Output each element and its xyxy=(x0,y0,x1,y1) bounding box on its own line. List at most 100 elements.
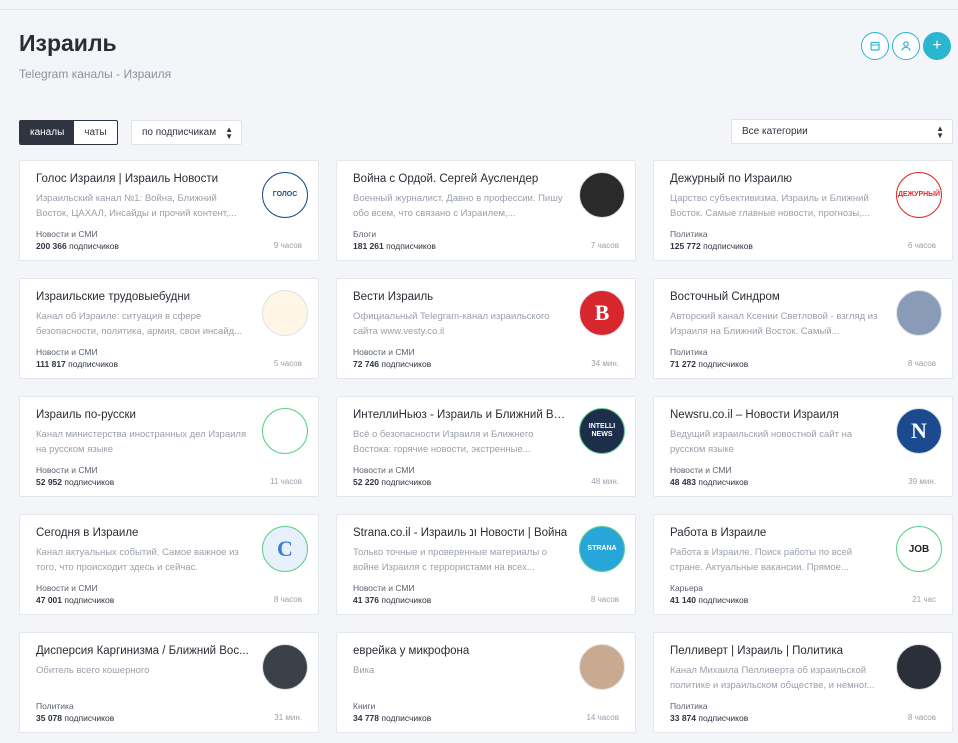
channel-avatar[interactable] xyxy=(579,644,625,690)
channel-description: Работа в Израиле. Поиск работы по всей с… xyxy=(670,547,853,573)
channel-category: Политика xyxy=(670,347,708,357)
channel-updated-time: 11 часов xyxy=(270,477,302,486)
channel-avatar[interactable] xyxy=(262,644,308,690)
channel-avatar[interactable]: С xyxy=(262,526,308,572)
channel-title[interactable]: Дисперсия Каргинизма / Ближний Вос... xyxy=(36,645,251,657)
avatar-text: STRANA xyxy=(587,545,617,552)
channel-avatar[interactable]: ГОЛОС xyxy=(262,172,308,218)
channel-card[interactable]: Война с Ордой. Сергей Ауслендер Военный ж… xyxy=(336,160,636,261)
channel-card[interactable]: Сегодня в Израиле Канал актуальных событи… xyxy=(19,514,319,615)
channel-title[interactable]: Израильские трудовыебудни xyxy=(36,291,251,303)
subscriber-suffix: подписчиков xyxy=(64,713,115,723)
channel-card[interactable]: Вести Израиль Официальный Telegram-канал … xyxy=(336,278,636,379)
channel-avatar[interactable] xyxy=(262,408,308,454)
subscriber-count: 48 483 xyxy=(670,477,696,487)
category-select[interactable]: Все категории ▲ ▼ xyxy=(731,119,953,144)
channel-card[interactable]: Израиль по-русски Канал министерства инос… xyxy=(19,396,319,497)
avatar-text: ГОЛОС xyxy=(272,191,298,198)
channel-card[interactable]: Пелливерт | Израиль | Политика Канал Миха… xyxy=(653,632,953,733)
subscriber-suffix: подписчиков xyxy=(698,359,749,369)
channel-subscribers: 47 001 подписчиков xyxy=(36,595,114,605)
channel-card[interactable]: Израильские трудовыебудни Канал об Израил… xyxy=(19,278,319,379)
channel-description: Военный журналист. Давно в профессии. Пи… xyxy=(353,193,563,219)
channel-card[interactable]: Восточный Синдром Авторский канал Ксении … xyxy=(653,278,953,379)
subscriber-suffix: подписчиков xyxy=(64,595,115,605)
user-button[interactable] xyxy=(892,32,920,60)
channel-title[interactable]: Вести Израиль xyxy=(353,291,568,303)
channel-subscribers: 33 874 подписчиков xyxy=(670,713,748,723)
channel-category: Книги xyxy=(353,701,376,711)
channel-updated-time: 5 часов xyxy=(273,359,302,368)
tab-chats[interactable]: чаты xyxy=(74,121,116,144)
channel-title[interactable]: Сегодня в Израиле xyxy=(36,527,251,539)
channel-avatar[interactable]: JOB xyxy=(896,526,942,572)
tab-channels[interactable]: каналы xyxy=(20,121,75,144)
subscriber-suffix: подписчиков xyxy=(703,241,753,251)
channel-avatar[interactable]: В xyxy=(579,290,625,336)
channel-card[interactable]: ИнтеллиНьюз - Израиль и Ближний Во... Всё… xyxy=(336,396,636,497)
channel-avatar[interactable]: N xyxy=(896,408,942,454)
channel-updated-time: 48 мин. xyxy=(591,477,619,486)
channel-category: Новости и СМИ xyxy=(36,465,98,475)
category-select-value: Все категории xyxy=(742,126,808,137)
channel-avatar[interactable] xyxy=(262,290,308,336)
sort-select[interactable]: по подписчикам ▲ ▼ xyxy=(131,120,242,145)
channel-title[interactable]: Newsru.co.il – Новости Израиля xyxy=(670,409,885,421)
channel-category: Новости и СМИ xyxy=(353,583,415,593)
channel-title[interactable]: Война с Ордой. Сергей Ауслендер xyxy=(353,173,568,185)
channel-avatar[interactable] xyxy=(579,172,625,218)
channel-title[interactable]: Пелливерт | Израиль | Политика xyxy=(670,645,885,657)
channel-title[interactable]: Работа в Израиле xyxy=(670,527,885,539)
channel-category: Блоги xyxy=(353,229,377,239)
channel-description: Обитель всего кошерного xyxy=(36,665,150,676)
avatar-text: В xyxy=(594,300,610,325)
channel-description: Только точные и проверенные материалы о … xyxy=(353,547,548,573)
subscriber-count: 72 746 xyxy=(353,359,379,369)
channel-avatar[interactable] xyxy=(896,644,942,690)
sort-select-value: по подписчикам xyxy=(142,127,217,138)
channel-subscribers: 48 483 подписчиков xyxy=(670,477,748,487)
channel-title[interactable]: Голос Израиля | Израиль Новости xyxy=(36,173,251,185)
channel-card[interactable]: Голос Израиля | Израиль Новости Израильск… xyxy=(19,160,319,261)
calendar-button[interactable] xyxy=(861,32,889,60)
channel-card[interactable]: еврейка у микрофона Вика Книги 34 778 подпи… xyxy=(336,632,636,733)
channel-description: Авторский канал Ксении Светловой - взгля… xyxy=(670,311,878,337)
channel-avatar[interactable]: STRANA xyxy=(579,526,625,572)
channel-subscribers: 41 376 подписчиков xyxy=(353,595,431,605)
channel-avatar[interactable]: INTELLI NEWS xyxy=(579,408,625,454)
avatar-text: ДЕЖУРНЫЙ xyxy=(897,191,941,198)
channel-title[interactable]: еврейка у микрофона xyxy=(353,645,568,657)
channel-description: Канал министерства иностранных дел Израи… xyxy=(36,429,247,455)
page-title: Израиль xyxy=(19,30,117,56)
channel-updated-time: 7 часов xyxy=(590,241,619,250)
channel-title[interactable]: Израиль по-русски xyxy=(36,409,251,421)
channel-category: Новости и СМИ xyxy=(353,347,415,357)
subscriber-count: 47 001 xyxy=(36,595,62,605)
subscriber-suffix: подписчиков xyxy=(698,477,749,487)
channel-updated-time: 8 часов xyxy=(590,595,619,604)
channel-title[interactable]: Восточный Синдром xyxy=(670,291,885,303)
channel-card[interactable]: Работа в Израиле Работа в Израиле. Поиск … xyxy=(653,514,953,615)
subscriber-count: 34 778 xyxy=(353,713,379,723)
subscriber-suffix: подписчиков xyxy=(381,359,432,369)
channel-title[interactable]: Strana.co.il - Израиль ונ Новости | Войн… xyxy=(353,527,568,539)
subscriber-suffix: подписчиков xyxy=(381,595,432,605)
channel-avatar[interactable]: ДЕЖУРНЫЙ xyxy=(896,172,942,218)
channel-title[interactable]: Дежурный по Израилю xyxy=(670,173,885,185)
subscriber-count: 52 952 xyxy=(36,477,62,487)
channel-category: Новости и СМИ xyxy=(36,347,98,357)
channel-card[interactable]: Дежурный по Израилю Царство субъективизма… xyxy=(653,160,953,261)
channel-avatar[interactable] xyxy=(896,290,942,336)
channel-card[interactable]: Дисперсия Каргинизма / Ближний Вос... Оби… xyxy=(19,632,319,733)
channel-subscribers: 72 746 подписчиков xyxy=(353,359,431,369)
channel-subscribers: 34 778 подписчиков xyxy=(353,713,431,723)
channel-title[interactable]: ИнтеллиНьюз - Израиль и Ближний Во... xyxy=(353,409,568,421)
subscriber-count: 33 874 xyxy=(670,713,696,723)
add-channel-button[interactable]: + xyxy=(923,32,951,60)
channel-subscribers: 41 140 подписчиков xyxy=(670,595,748,605)
channel-subscribers: 71 272 подписчиков xyxy=(670,359,748,369)
top-divider xyxy=(0,9,958,10)
subscriber-count: 35 078 xyxy=(36,713,62,723)
channel-card[interactable]: Newsru.co.il – Новости Израиля Ведущий из… xyxy=(653,396,953,497)
channel-card[interactable]: Strana.co.il - Израиль ונ Новости | Войн… xyxy=(336,514,636,615)
